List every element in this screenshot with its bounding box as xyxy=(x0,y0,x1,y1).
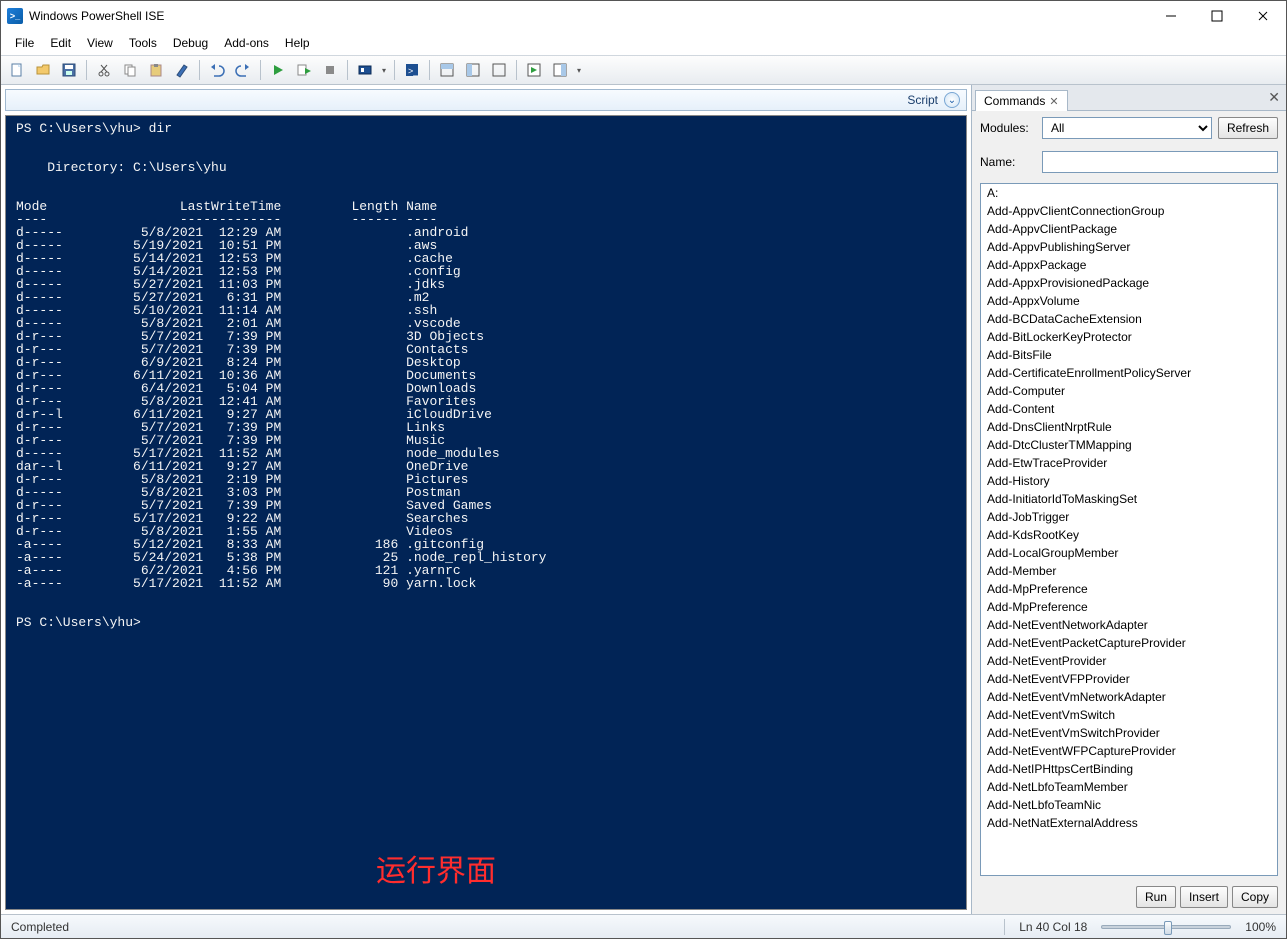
command-item[interactable]: A: xyxy=(981,184,1277,202)
close-panel-icon[interactable]: ✕ xyxy=(1268,89,1280,106)
annotation-overlay: 运行界面 xyxy=(376,846,496,890)
command-item[interactable]: Add-AppxPackage xyxy=(981,256,1277,274)
command-item[interactable]: Add-NetEventProvider xyxy=(981,652,1277,670)
name-input[interactable] xyxy=(1042,151,1278,173)
menubar: File Edit View Tools Debug Add-ons Help xyxy=(1,31,1286,55)
command-item[interactable]: Add-AppxProvisionedPackage xyxy=(981,274,1277,292)
statusbar: Completed Ln 40 Col 18 100% xyxy=(1,914,1286,938)
maximize-button[interactable] xyxy=(1194,1,1240,31)
redo-icon[interactable] xyxy=(231,58,255,82)
command-item[interactable]: Add-Computer xyxy=(981,382,1277,400)
command-item[interactable]: Add-History xyxy=(981,472,1277,490)
zoom-slider[interactable] xyxy=(1101,925,1231,929)
toolbar-overflow[interactable]: ▾ xyxy=(574,66,584,75)
command-item[interactable]: Add-NetEventVmNetworkAdapter xyxy=(981,688,1277,706)
command-item[interactable]: Add-JobTrigger xyxy=(981,508,1277,526)
command-item[interactable]: Add-NetLbfoTeamNic xyxy=(981,796,1277,814)
tab-commands[interactable]: Commands ✕ xyxy=(975,90,1068,111)
command-item[interactable]: Add-BitsFile xyxy=(981,346,1277,364)
start-powershell-icon[interactable]: >_ xyxy=(400,58,424,82)
command-item[interactable]: Add-NetEventVmSwitchProvider xyxy=(981,724,1277,742)
command-item[interactable]: Add-NetEventNetworkAdapter xyxy=(981,616,1277,634)
show-command-addon-icon[interactable] xyxy=(548,58,572,82)
close-tab-icon[interactable]: ✕ xyxy=(1049,95,1058,108)
command-item[interactable]: Add-KdsRootKey xyxy=(981,526,1277,544)
command-item[interactable]: Add-MpPreference xyxy=(981,580,1277,598)
command-item[interactable]: Add-Content xyxy=(981,400,1277,418)
menu-addons[interactable]: Add-ons xyxy=(216,34,277,52)
window-title: Windows PowerShell ISE xyxy=(29,9,164,23)
name-label: Name: xyxy=(980,155,1036,169)
new-remote-tab-icon[interactable] xyxy=(353,58,377,82)
command-item[interactable]: Add-NetIPHttpsCertBinding xyxy=(981,760,1277,778)
status-text: Completed xyxy=(11,920,69,934)
close-button[interactable] xyxy=(1240,1,1286,31)
run-button[interactable]: Run xyxy=(1136,886,1176,908)
layout-top-icon[interactable] xyxy=(435,58,459,82)
paste-icon[interactable] xyxy=(144,58,168,82)
command-item[interactable]: Add-NetEventPacketCaptureProvider xyxy=(981,634,1277,652)
command-item[interactable]: Add-DnsClientNrptRule xyxy=(981,418,1277,436)
save-icon[interactable] xyxy=(57,58,81,82)
show-command-icon[interactable] xyxy=(522,58,546,82)
toolbar: ▾ >_ ▾ xyxy=(1,55,1286,85)
tab-label: Commands xyxy=(984,94,1045,108)
run-script-icon[interactable] xyxy=(266,58,290,82)
run-selection-icon[interactable] xyxy=(292,58,316,82)
menu-file[interactable]: File xyxy=(7,34,42,52)
refresh-button[interactable]: Refresh xyxy=(1218,117,1278,139)
zoom-value: 100% xyxy=(1245,920,1276,934)
modules-select[interactable]: All xyxy=(1042,117,1212,139)
script-pane-header[interactable]: Script ⌄ xyxy=(5,89,967,111)
new-icon[interactable] xyxy=(5,58,29,82)
console-pane[interactable]: PS C:\Users\yhu> dir Directory: C:\Users… xyxy=(5,115,967,910)
undo-icon[interactable] xyxy=(205,58,229,82)
command-item[interactable]: Add-MpPreference xyxy=(981,598,1277,616)
minimize-button[interactable] xyxy=(1148,1,1194,31)
cut-icon[interactable] xyxy=(92,58,116,82)
command-item[interactable]: Add-AppvClientConnectionGroup xyxy=(981,202,1277,220)
script-label: Script xyxy=(907,93,938,107)
menu-tools[interactable]: Tools xyxy=(121,34,165,52)
command-item[interactable]: Add-NetNatExternalAddress xyxy=(981,814,1277,832)
command-list[interactable]: A:Add-AppvClientConnectionGroupAdd-AppvC… xyxy=(980,183,1278,876)
modules-label: Modules: xyxy=(980,121,1036,135)
toolbar-dropdown[interactable]: ▾ xyxy=(379,66,389,75)
command-item[interactable]: Add-NetEventWFPCaptureProvider xyxy=(981,742,1277,760)
menu-debug[interactable]: Debug xyxy=(165,34,216,52)
command-item[interactable]: Add-BitLockerKeyProtector xyxy=(981,328,1277,346)
command-item[interactable]: Add-NetLbfoTeamMember xyxy=(981,778,1277,796)
stop-icon[interactable] xyxy=(318,58,342,82)
menu-edit[interactable]: Edit xyxy=(42,34,79,52)
command-item[interactable]: Add-CertificateEnrollmentPolicyServer xyxy=(981,364,1277,382)
menu-help[interactable]: Help xyxy=(277,34,318,52)
command-item[interactable]: Add-LocalGroupMember xyxy=(981,544,1277,562)
command-item[interactable]: Add-AppxVolume xyxy=(981,292,1277,310)
command-item[interactable]: Add-Member xyxy=(981,562,1277,580)
open-icon[interactable] xyxy=(31,58,55,82)
clear-console-icon[interactable] xyxy=(170,58,194,82)
command-item[interactable]: Add-EtwTraceProvider xyxy=(981,454,1277,472)
command-item[interactable]: Add-DtcClusterTMMapping xyxy=(981,436,1277,454)
command-item[interactable]: Add-BCDataCacheExtension xyxy=(981,310,1277,328)
command-item[interactable]: Add-NetEventVFPProvider xyxy=(981,670,1277,688)
command-item[interactable]: Add-NetEventVmSwitch xyxy=(981,706,1277,724)
command-item[interactable]: Add-InitiatorIdToMaskingSet xyxy=(981,490,1277,508)
menu-view[interactable]: View xyxy=(79,34,121,52)
command-item[interactable]: Add-AppvClientPackage xyxy=(981,220,1277,238)
expand-script-icon[interactable]: ⌄ xyxy=(944,92,960,108)
layout-side-icon[interactable] xyxy=(461,58,485,82)
app-icon: >_ xyxy=(7,8,23,24)
cursor-position: Ln 40 Col 18 xyxy=(1019,920,1087,934)
command-item[interactable]: Add-AppvPublishingServer xyxy=(981,238,1277,256)
console-output[interactable]: PS C:\Users\yhu> dir Directory: C:\Users… xyxy=(6,116,966,629)
copy-button[interactable]: Copy xyxy=(1232,886,1278,908)
commands-panel: Commands ✕ ✕ Modules: All Refresh Name: … xyxy=(971,85,1286,914)
layout-max-icon[interactable] xyxy=(487,58,511,82)
insert-button[interactable]: Insert xyxy=(1180,886,1228,908)
copy-icon[interactable] xyxy=(118,58,142,82)
svg-text:>_: >_ xyxy=(408,66,419,76)
titlebar: >_ Windows PowerShell ISE xyxy=(1,1,1286,31)
